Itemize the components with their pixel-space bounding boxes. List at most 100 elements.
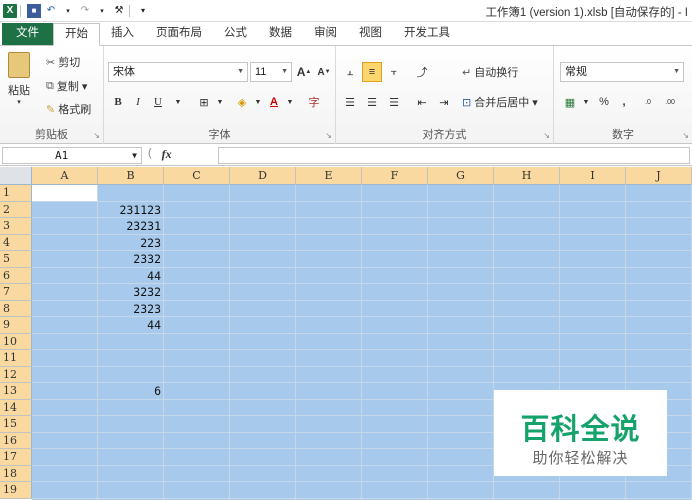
clipboard-dialog-launcher-icon[interactable]: ↘: [93, 131, 100, 140]
align-left-button[interactable]: ☰: [340, 92, 360, 112]
cell-b13[interactable]: 6: [98, 383, 161, 399]
copy-button[interactable]: ⧉ 复制 ▾: [46, 78, 87, 94]
number-format-select[interactable]: 常规 ▼: [560, 62, 684, 82]
chevron-down-icon: ▼: [237, 68, 244, 75]
row-header-11[interactable]: 11: [0, 350, 32, 367]
row-header-15[interactable]: 15: [0, 416, 32, 433]
column-header-h[interactable]: H: [494, 167, 560, 185]
select-all-button[interactable]: [0, 167, 32, 185]
font-name-select[interactable]: 宋体 ▼: [108, 62, 248, 82]
align-middle-button[interactable]: ≡: [362, 62, 382, 82]
row-header-3[interactable]: 3: [0, 218, 32, 235]
cell-b7[interactable]: 3232: [98, 284, 161, 300]
cell-b6[interactable]: 44: [98, 268, 161, 284]
cell-b5[interactable]: 2332: [98, 251, 161, 267]
cell-b8[interactable]: 2323: [98, 301, 161, 317]
bold-button[interactable]: B: [108, 92, 128, 112]
font-size-select[interactable]: 11 ▼: [250, 62, 292, 82]
font-dialog-launcher-icon[interactable]: ↘: [325, 131, 332, 140]
tab-page-layout[interactable]: 页面布局: [145, 23, 213, 45]
increase-decimal-button[interactable]: .0: [638, 92, 658, 112]
cell-b3[interactable]: 23231: [98, 218, 161, 234]
row-header-14[interactable]: 14: [0, 399, 32, 416]
cell-b2[interactable]: 231123: [98, 202, 161, 218]
row-header-13[interactable]: 13: [0, 383, 32, 400]
number-dialog-launcher-icon[interactable]: ↘: [682, 131, 689, 140]
row-header-1[interactable]: 1: [0, 185, 32, 202]
row-header-2[interactable]: 2: [0, 201, 32, 218]
align-right-button[interactable]: ☰: [384, 92, 404, 112]
underline-button[interactable]: U: [148, 92, 168, 112]
tab-insert[interactable]: 插入: [100, 23, 145, 45]
shrink-font-button[interactable]: A ▼: [314, 62, 334, 82]
cell-b9[interactable]: 44: [98, 317, 161, 333]
underline-dropdown[interactable]: ▼: [168, 92, 188, 112]
cell-b4[interactable]: 223: [98, 235, 161, 251]
increase-indent-button[interactable]: ⇥: [434, 92, 454, 112]
undo-dropdown-icon[interactable]: ▾: [61, 4, 75, 18]
redo-icon[interactable]: ↷: [78, 4, 92, 18]
row-header-7[interactable]: 7: [0, 284, 32, 301]
tab-home[interactable]: 开始: [53, 23, 100, 46]
tab-view[interactable]: 视图: [348, 23, 393, 45]
row-header-10[interactable]: 10: [0, 333, 32, 350]
row-header-5[interactable]: 5: [0, 251, 32, 268]
align-bottom-button[interactable]: ⫟: [384, 62, 404, 82]
row-header-9[interactable]: 9: [0, 317, 32, 334]
tab-formulas[interactable]: 公式: [213, 23, 258, 45]
column-header-b[interactable]: B: [98, 167, 164, 185]
column-header-d[interactable]: D: [230, 167, 296, 185]
merge-center-button[interactable]: ⊡ 合并后居中 ▾: [462, 94, 538, 110]
orientation-button[interactable]: ⤴: [412, 62, 432, 82]
tools-icon[interactable]: ⚒: [112, 4, 126, 18]
insert-function-button[interactable]: fx: [162, 147, 172, 162]
name-box[interactable]: A1 ▼: [2, 147, 142, 164]
tab-review[interactable]: 审阅: [303, 23, 348, 45]
percent-button[interactable]: %: [594, 92, 614, 112]
cut-button[interactable]: ✂ 剪切: [46, 54, 80, 70]
formula-input[interactable]: [218, 147, 690, 164]
tab-file[interactable]: 文件: [2, 23, 53, 45]
format-painter-button[interactable]: ✎ 格式刷: [46, 101, 91, 117]
wrap-text-button[interactable]: ↵ 自动换行: [462, 64, 518, 80]
column-header-i[interactable]: I: [560, 167, 626, 185]
align-center-button[interactable]: ☰: [362, 92, 382, 112]
save-icon[interactable]: ■: [27, 3, 41, 18]
watermark-title: 百科全说: [520, 414, 641, 446]
italic-button[interactable]: I: [128, 92, 148, 112]
decrease-decimal-button[interactable]: .00: [660, 92, 680, 112]
borders-dropdown[interactable]: ▼: [210, 92, 230, 112]
grow-font-button[interactable]: A ▲: [294, 62, 314, 82]
row-header-12[interactable]: 12: [0, 366, 32, 383]
row-header-17[interactable]: 17: [0, 449, 32, 466]
column-header-f[interactable]: F: [362, 167, 428, 185]
row-header-8[interactable]: 8: [0, 300, 32, 317]
accounting-format-dropdown[interactable]: ▼: [576, 92, 596, 112]
comma-label: ,: [622, 96, 626, 108]
column-header-j[interactable]: J: [626, 167, 692, 185]
column-header-a[interactable]: A: [32, 167, 98, 185]
column-header-c[interactable]: C: [164, 167, 230, 185]
tab-developer[interactable]: 开发工具: [393, 23, 461, 45]
undo-icon[interactable]: ↶: [44, 4, 58, 18]
column-header-g[interactable]: G: [428, 167, 494, 185]
row-header-4[interactable]: 4: [0, 234, 32, 251]
alignment-dialog-launcher-icon[interactable]: ↘: [543, 131, 550, 140]
row-header-6[interactable]: 6: [0, 267, 32, 284]
row-header-16[interactable]: 16: [0, 432, 32, 449]
row-header-18[interactable]: 18: [0, 465, 32, 482]
phonetic-button[interactable]: 字: [304, 92, 324, 112]
copy-icon: ⧉: [46, 79, 54, 92]
decrease-indent-button[interactable]: ⇤: [412, 92, 432, 112]
active-cell-a1[interactable]: [32, 185, 98, 201]
tab-data[interactable]: 数据: [258, 23, 303, 45]
font-color-dropdown[interactable]: ▼: [280, 92, 300, 112]
align-top-button[interactable]: ⫠: [340, 62, 360, 82]
column-header-e[interactable]: E: [296, 167, 362, 185]
separator: [129, 4, 130, 17]
row-header-19[interactable]: 19: [0, 482, 32, 499]
customize-quick-access-icon[interactable]: ▾: [136, 4, 150, 18]
redo-dropdown-icon[interactable]: ▾: [95, 4, 109, 18]
paste-button[interactable]: 粘贴 ▾: [8, 52, 30, 106]
comma-style-button[interactable]: ,: [614, 92, 634, 112]
